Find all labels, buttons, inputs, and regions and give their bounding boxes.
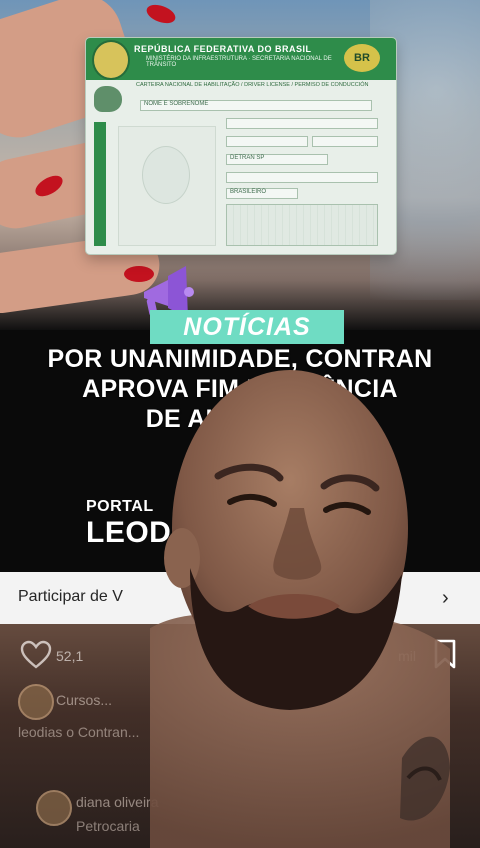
avatar[interactable] bbox=[18, 684, 54, 720]
like-count: 52,1 bbox=[56, 648, 84, 664]
comment-text: leodias o Contran... bbox=[18, 724, 140, 740]
card-side-strip bbox=[94, 122, 106, 246]
video-frame: REPÚBLICA FEDERATIVA DO BRASIL MINISTÉRI… bbox=[0, 0, 480, 848]
card-field bbox=[312, 136, 378, 147]
card-signature-grid bbox=[226, 204, 378, 246]
reaction-person bbox=[150, 370, 450, 848]
card-field bbox=[226, 172, 378, 183]
card-title: CARTEIRA NACIONAL DE HABILITAÇÃO / DRIVE… bbox=[136, 82, 369, 88]
card-field bbox=[226, 136, 308, 147]
coat-of-arms-icon bbox=[92, 40, 130, 80]
card-field-b: BRASILEIRO bbox=[230, 189, 267, 195]
card-name-field: NOME E SOBRENOME bbox=[144, 101, 209, 107]
card-badge: BR bbox=[344, 44, 380, 72]
driver-license-card: REPÚBLICA FEDERATIVA DO BRASIL MINISTÉRI… bbox=[86, 38, 396, 254]
comment-text: Petrocaria bbox=[76, 818, 140, 834]
card-portrait bbox=[142, 146, 190, 204]
card-field bbox=[226, 118, 378, 129]
news-tag: NOTÍCIAS bbox=[150, 310, 344, 344]
participate-label: Participar de V bbox=[18, 588, 123, 605]
card-country: REPÚBLICA FEDERATIVA DO BRASIL bbox=[134, 44, 312, 54]
comment-username[interactable]: Cursos... bbox=[56, 692, 112, 708]
card-field-a: DETRAN SP bbox=[230, 155, 265, 161]
comment-username[interactable]: diana oliveira bbox=[76, 794, 159, 810]
heart-icon[interactable] bbox=[20, 640, 52, 670]
card-ministry: MINISTÉRIO DA INFRAESTRUTURA · SECRETARI… bbox=[146, 56, 332, 68]
brazil-map-icon bbox=[94, 86, 122, 112]
portal-label: PORTAL bbox=[86, 498, 154, 515]
avatar[interactable] bbox=[36, 790, 72, 826]
